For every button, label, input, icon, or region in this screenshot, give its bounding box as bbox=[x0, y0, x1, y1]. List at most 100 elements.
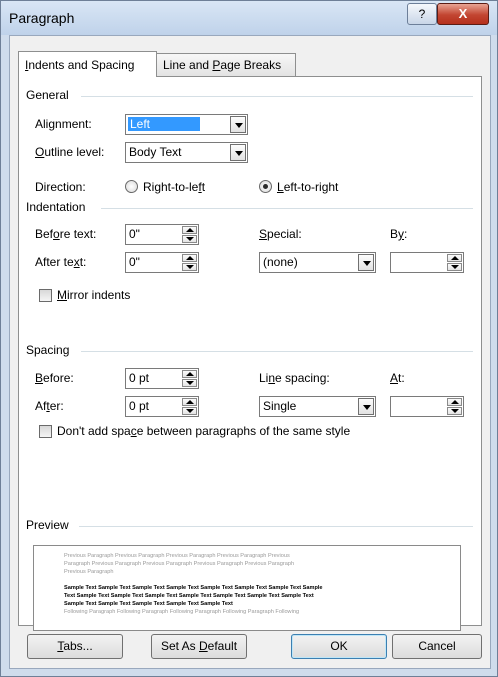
dialog-title: Paragraph bbox=[9, 10, 75, 26]
left-to-right-label[interactable]: Left-to-right bbox=[277, 180, 338, 194]
label-post: e spacing: bbox=[275, 371, 330, 385]
spin-down-icon[interactable] bbox=[182, 235, 197, 243]
spin-down-icon[interactable] bbox=[447, 263, 462, 271]
line-spacing-combo[interactable]: Single bbox=[259, 396, 376, 417]
alignment-value: Left bbox=[128, 117, 201, 131]
at-spinner[interactable] bbox=[390, 396, 464, 417]
label-post: pecial: bbox=[267, 227, 302, 241]
spin-up-icon[interactable] bbox=[182, 254, 197, 262]
spin-up-icon[interactable] bbox=[182, 226, 197, 234]
label-post: nment: bbox=[55, 117, 92, 131]
label-post: e between paragraphs of the same style bbox=[136, 424, 351, 438]
cancel-button[interactable]: Cancel bbox=[392, 634, 482, 659]
section-heading-general: General bbox=[26, 88, 69, 102]
outline-level-combo[interactable]: Body Text bbox=[125, 142, 248, 163]
direction-label: Direction: bbox=[35, 180, 86, 194]
preview-sample-line: Text Sample Text Sample Text Sample Text… bbox=[64, 593, 314, 599]
after-text-label: After text: bbox=[35, 255, 86, 269]
ok-button[interactable]: OK bbox=[291, 634, 387, 659]
line-spacing-label: Line spacing: bbox=[259, 371, 330, 385]
spin-down-icon[interactable] bbox=[447, 407, 462, 415]
label-post: re text: bbox=[59, 227, 97, 241]
special-combo[interactable]: (none) bbox=[259, 252, 376, 273]
label-pre: After te bbox=[35, 255, 74, 269]
mirror-indents-checkbox[interactable] bbox=[39, 289, 52, 302]
tabs-button[interactable]: Tabs... bbox=[27, 634, 123, 659]
spacing-before-spinner[interactable]: 0 pt bbox=[125, 368, 199, 389]
title-bar: Paragraph ? X bbox=[1, 1, 497, 35]
preview-previous-line: Previous Paragraph bbox=[64, 569, 114, 575]
special-label: Special: bbox=[259, 227, 302, 241]
spacing-after-spinner[interactable]: 0 pt bbox=[125, 396, 199, 417]
label-post: : bbox=[404, 227, 408, 241]
dont-add-space-checkbox[interactable] bbox=[39, 425, 52, 438]
label-pre: B bbox=[390, 227, 399, 241]
section-heading-preview: Preview bbox=[26, 518, 69, 532]
section-divider bbox=[79, 526, 473, 527]
spin-up-icon[interactable] bbox=[182, 370, 197, 378]
label-accel: O bbox=[35, 145, 45, 159]
preview-previous-line: Paragraph Previous Paragraph Previous Pa… bbox=[64, 561, 295, 567]
label-post: utline level: bbox=[44, 145, 105, 159]
alignment-combo[interactable]: Left bbox=[125, 114, 248, 135]
spin-down-icon[interactable] bbox=[182, 379, 197, 387]
label-post: t bbox=[201, 180, 206, 194]
label-pre: Right-to-le bbox=[143, 180, 199, 194]
label-pre: Af bbox=[35, 399, 47, 413]
before-text-value: 0" bbox=[129, 227, 140, 241]
label-accel: B bbox=[35, 371, 44, 385]
chevron-down-icon[interactable] bbox=[358, 254, 374, 271]
button-label-post: efault bbox=[207, 639, 238, 653]
mirror-indents-label[interactable]: Mirror indents bbox=[57, 288, 130, 302]
dont-add-space-label[interactable]: Don't add space between paragraphs of th… bbox=[57, 424, 350, 438]
set-as-default-button[interactable]: Set As Default bbox=[151, 634, 247, 659]
line-spacing-value: Single bbox=[263, 399, 297, 413]
spin-up-icon[interactable] bbox=[447, 398, 462, 406]
tab-label-pre: Line and bbox=[163, 58, 213, 72]
label-post: t: bbox=[79, 255, 87, 269]
label-post: irror indents bbox=[67, 288, 131, 302]
close-button[interactable]: X bbox=[437, 3, 489, 25]
tab-label-post: ndents and Spacing bbox=[28, 58, 135, 72]
after-text-spinner[interactable]: 0" bbox=[125, 252, 199, 273]
label-accel: M bbox=[57, 288, 67, 302]
preview-sample-line: Sample Text Sample Text Sample Text Samp… bbox=[64, 585, 323, 591]
button-label-accel: D bbox=[199, 639, 208, 653]
label-accel: A bbox=[390, 371, 399, 385]
section-heading-spacing: Spacing bbox=[26, 343, 70, 357]
radio-right-to-left[interactable] bbox=[125, 180, 138, 193]
spin-up-icon[interactable] bbox=[447, 254, 462, 262]
right-to-left-label[interactable]: Right-to-left bbox=[143, 180, 205, 194]
label-pre: Li bbox=[259, 371, 269, 385]
section-divider bbox=[101, 208, 473, 209]
before-text-spinner[interactable]: 0" bbox=[125, 224, 199, 245]
chevron-down-icon[interactable] bbox=[230, 116, 246, 133]
after-text-value: 0" bbox=[129, 255, 140, 269]
paragraph-dialog: Paragraph ? X Indents and Spacing Line a… bbox=[0, 0, 498, 677]
tab-indents-and-spacing[interactable]: Indents and Spacing bbox=[18, 51, 157, 77]
tab-line-and-page-breaks[interactable]: Line and Page Breaks bbox=[156, 53, 296, 76]
preview-box: Previous Paragraph Previous Paragraph Pr… bbox=[33, 545, 461, 631]
label-pre: Bef bbox=[35, 227, 54, 241]
at-label: At: bbox=[390, 371, 405, 385]
chevron-down-icon[interactable] bbox=[230, 144, 246, 161]
dialog-client: Indents and Spacing Line and Page Breaks… bbox=[9, 35, 491, 669]
label-pre: Ali bbox=[35, 117, 49, 131]
help-button[interactable]: ? bbox=[407, 3, 437, 25]
radio-left-to-right[interactable] bbox=[259, 180, 272, 193]
spin-up-icon[interactable] bbox=[182, 398, 197, 406]
preview-previous-line: Previous Paragraph Previous Paragraph Pr… bbox=[64, 553, 290, 559]
label-pre: Don't add spa bbox=[57, 424, 131, 438]
label-post: t: bbox=[398, 371, 405, 385]
label-accel: L bbox=[277, 180, 284, 194]
spacing-after-value: 0 pt bbox=[129, 399, 150, 413]
tab-panel-indents-and-spacing: General Alignment: Left Outline level: B… bbox=[18, 76, 482, 631]
chevron-down-icon[interactable] bbox=[358, 398, 374, 415]
outline-level-value: Body Text bbox=[129, 145, 182, 159]
label-post: efore: bbox=[43, 371, 74, 385]
spin-down-icon[interactable] bbox=[182, 263, 197, 271]
by-spinner[interactable] bbox=[390, 252, 464, 273]
spacing-before-label: Before: bbox=[35, 371, 74, 385]
spin-down-icon[interactable] bbox=[182, 407, 197, 415]
tab-label-post: age Breaks bbox=[220, 58, 282, 72]
